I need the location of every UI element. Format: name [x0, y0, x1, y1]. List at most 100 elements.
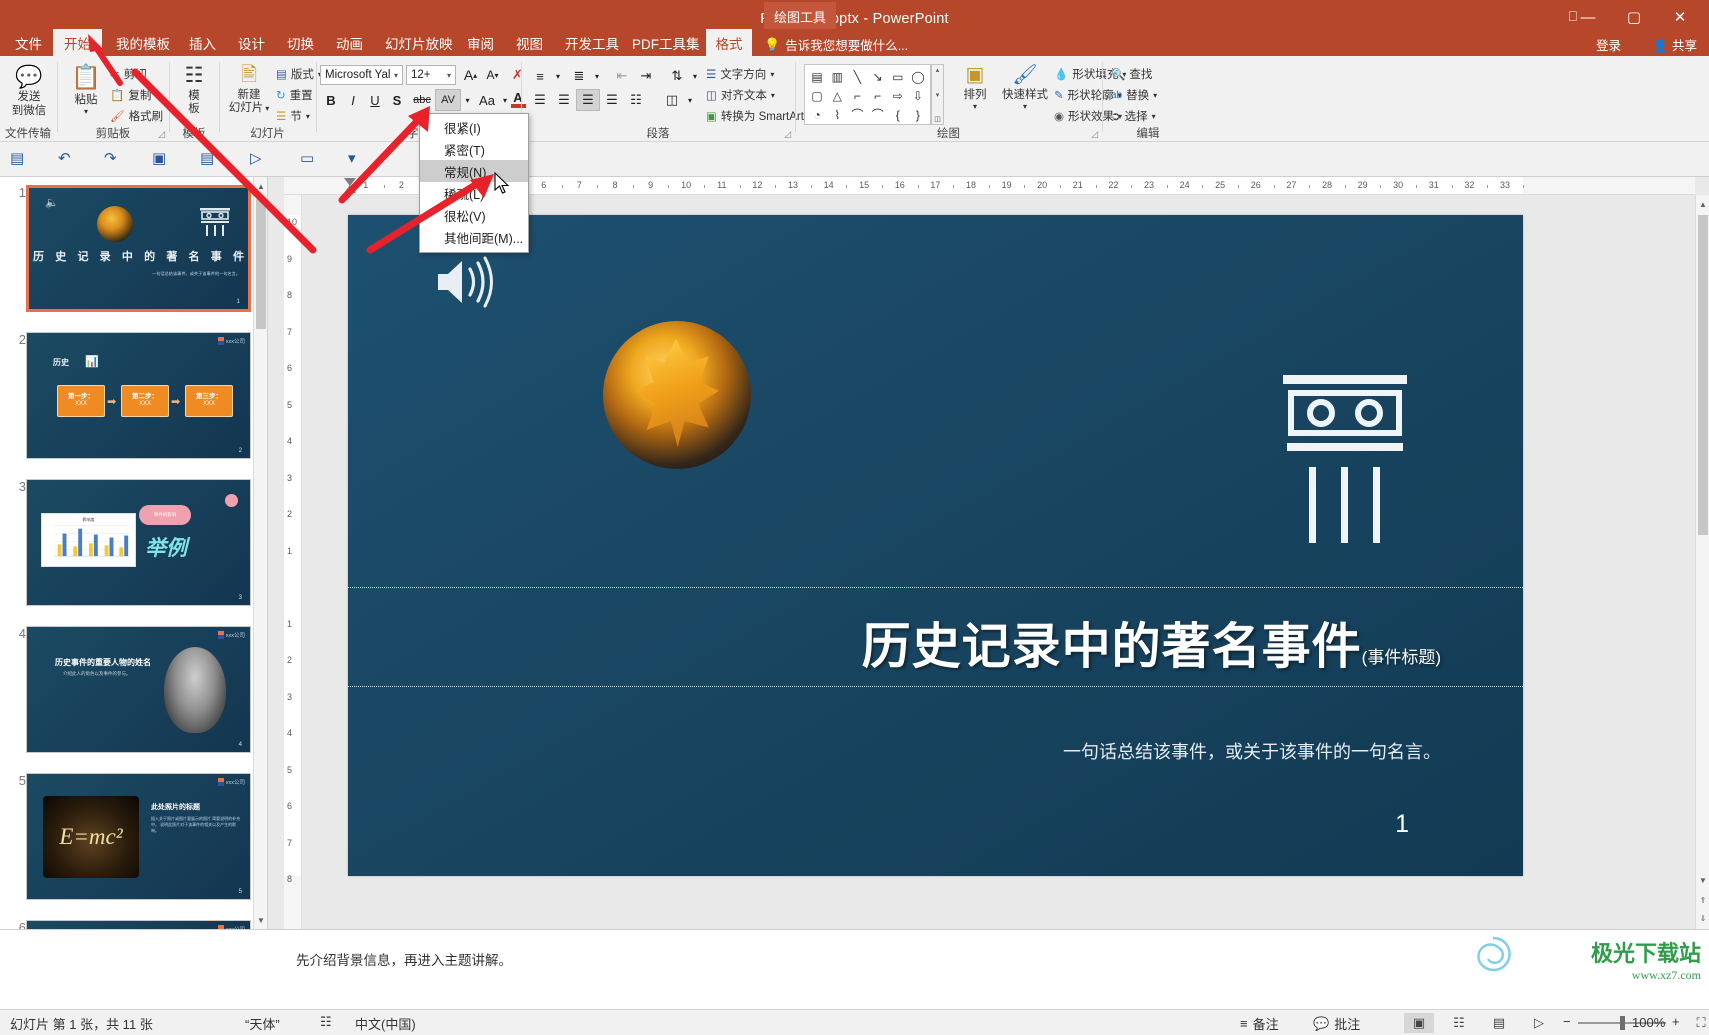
vertical-ruler[interactable]: 10 9 8 7 6 5 4 3 2 1 1 2 3 4 5 6 7 8 — [284, 195, 302, 929]
tab-transitions[interactable]: 切换 — [276, 29, 325, 56]
slide-sorter-icon[interactable]: ☷ — [1444, 1013, 1474, 1033]
shape-item[interactable]: ▭ — [888, 67, 908, 86]
slideshow-icon[interactable]: ▷ — [1524, 1013, 1554, 1033]
copy-button[interactable]: 📋 复制 ▾ — [110, 87, 159, 103]
numbering-dropdown-arrow[interactable]: ▾ — [591, 65, 603, 87]
section-dropdown-arrow[interactable]: ▾ — [306, 112, 310, 121]
bold-button[interactable]: B — [320, 89, 342, 111]
tab-format[interactable]: 格式 — [706, 29, 752, 56]
shapes-gallery-scrollbar[interactable]: ▴ ▾ ◫ — [931, 64, 944, 125]
start-from-beginning-icon[interactable]: ▣ — [152, 149, 166, 167]
thumbnail-preview[interactable]: xxx公司 历史 📊 第一步： XXX ➡ 第二步： XXX ➡ 第三步： XX… — [26, 332, 251, 459]
layout-button[interactable]: ▤ 版式 ▾ — [276, 66, 322, 82]
line-spacing-icon[interactable]: ⇅ — [665, 65, 689, 87]
reset-button[interactable]: ↻ 重置 — [276, 87, 313, 103]
thumbnail-preview[interactable]: xxx公司 历史事件的重要人物的姓名 介绍此人的角色以及事件的参与。 4 — [26, 626, 251, 753]
align-text-button[interactable]: ◫ 对齐文本 ▾ — [706, 87, 775, 103]
previous-slide-icon[interactable]: ⇑ — [1696, 891, 1709, 909]
tab-file[interactable]: 文件 — [4, 29, 53, 56]
strikethrough-button[interactable]: abc — [409, 89, 435, 111]
columns-icon[interactable]: ◫ — [660, 89, 684, 111]
arrange-button[interactable]: ▣ 排列 ▾ — [952, 64, 998, 111]
tab-pdf-tools[interactable]: PDF工具集 — [621, 29, 711, 56]
thumbnail-preview[interactable]: xxx公司 — [26, 920, 251, 929]
shape-item[interactable]: ⇨ — [888, 86, 908, 105]
grow-font-button[interactable]: A ▴ — [460, 65, 481, 85]
font-name-combo[interactable]: Microsoft Yal ▾ — [320, 65, 403, 85]
shape-item[interactable]: ⌐ — [847, 86, 867, 105]
shrink-font-button[interactable]: A ▾ — [482, 65, 503, 85]
notes-text[interactable]: 先介绍背景信息，再进入主题讲解。 — [296, 949, 512, 969]
slide-thumbnail-pane[interactable]: 1 🔈 历 史 记 录 中 的 著 名 事 件 一句话总结该事件，或关于该事件的… — [0, 177, 268, 929]
shapes-scroll-down-icon[interactable]: ▾ — [936, 91, 940, 99]
shape-item[interactable]: ⌇ — [827, 105, 847, 124]
shape-item[interactable]: ⌐ — [867, 86, 887, 105]
shape-item[interactable]: ◔ — [807, 105, 827, 124]
menu-item-l[interactable]: 稀疏(L) — [420, 182, 528, 204]
theme-name[interactable]: “天体” — [245, 1014, 280, 1033]
slide-subtitle[interactable]: 一句话总结该事件，或关于该事件的一句名言。 — [1063, 738, 1441, 764]
comments-button[interactable]: 💬 批注 — [1313, 1014, 1360, 1033]
slide-show-icon[interactable]: ▭ — [300, 149, 314, 167]
font-size-combo[interactable]: 12+ ▾ — [406, 65, 456, 85]
align-center-icon[interactable]: ☰ — [552, 89, 576, 111]
find-button[interactable]: 🔍 查找 — [1111, 66, 1152, 82]
scrollbar-thumb[interactable] — [1698, 215, 1708, 535]
thumbnail-preview[interactable]: 影响度 事件的影响 举例 3 — [26, 479, 251, 606]
drawing-dialog-launcher[interactable]: ◿ — [1091, 129, 1098, 140]
italic-button[interactable]: I — [342, 89, 364, 111]
copy-dropdown-arrow[interactable]: ▾ — [155, 91, 159, 100]
arrange-dropdown-arrow[interactable]: ▾ — [973, 102, 977, 111]
shape-item[interactable]: ⇩ — [908, 86, 928, 105]
menu-item-i[interactable]: 很紧(I) — [420, 116, 528, 138]
zoom-slider-thumb[interactable] — [1620, 1016, 1625, 1030]
shape-item[interactable]: { — [888, 105, 908, 124]
increase-indent-icon[interactable]: ⇥ — [634, 65, 658, 87]
next-slide-icon[interactable]: ⇓ — [1696, 909, 1709, 927]
sign-in-link[interactable]: 登录 — [1596, 35, 1621, 54]
section-button[interactable]: ☰ 节 ▾ — [276, 108, 310, 124]
paste-dropdown-arrow[interactable]: ▾ — [84, 107, 88, 116]
slide-count-info[interactable]: 幻灯片 第 1 张，共 11 张 — [10, 1014, 153, 1033]
slide-canvas[interactable]: 历史记录中的著名事件(事件标题) 一句话总结该事件，或关于该事件的一句名言。 1 — [348, 215, 1523, 876]
new-slide-button[interactable]: 🖹 新建 幻灯片 ▾ — [226, 64, 272, 115]
text-direction-button[interactable]: ☰ 文字方向 ▾ — [706, 66, 774, 82]
thumbnail-preview[interactable]: 🔈 历 史 记 录 中 的 著 名 事 件 一句话总结该事件，或关于该事件的一句… — [26, 185, 251, 312]
thumbnail-scrollbar[interactable]: ▲ ▼ — [253, 177, 267, 929]
zoom-in-button[interactable]: + — [1672, 1014, 1680, 1029]
tell-me-box[interactable]: 💡 告诉我您想要做什么... — [764, 35, 908, 54]
quick-styles-button[interactable]: 🖌 快速样式 ▾ — [1000, 64, 1050, 111]
replace-dropdown-arrow[interactable]: ▾ — [1153, 91, 1157, 100]
tab-view[interactable]: 视图 — [505, 29, 554, 56]
quick-styles-dropdown-arrow[interactable]: ▾ — [1023, 102, 1027, 111]
save-icon[interactable]: ▤ — [10, 149, 24, 167]
scroll-down-icon[interactable]: ▼ — [254, 911, 267, 929]
tab-developer[interactable]: 开发工具 — [554, 29, 630, 56]
character-spacing-button[interactable]: AV — [435, 89, 461, 111]
paragraph-dialog-launcher[interactable]: ◿ — [784, 129, 791, 140]
maximize-button[interactable]: ▢ — [1611, 4, 1657, 30]
hanging-indent-marker[interactable] — [344, 185, 356, 193]
numbered-list-icon[interactable]: ≣ — [567, 65, 591, 87]
menu-item-m[interactable]: 其他间距(M)... — [420, 226, 528, 248]
distribute-icon[interactable]: ☷ — [624, 89, 648, 111]
replace-button[interactable]: ab 替换 ▾ — [1111, 87, 1157, 103]
tab-slideshow[interactable]: 幻灯片放映 — [374, 29, 464, 56]
bullet-list-icon[interactable]: ≡ — [528, 65, 552, 87]
shape-item[interactable]: ⌒ — [867, 105, 887, 124]
minimize-button[interactable]: — — [1565, 4, 1611, 30]
redo-icon[interactable]: ↷ — [104, 149, 117, 167]
paste-button[interactable]: 📋 粘贴 ▾ — [66, 64, 106, 116]
shape-item[interactable]: ▢ — [807, 86, 827, 105]
notes-button[interactable]: ≡ 备注 — [1240, 1014, 1279, 1033]
reading-view-icon[interactable]: ▤ — [1484, 1013, 1514, 1033]
chevron-down-icon[interactable]: ▾ — [447, 71, 451, 80]
decrease-indent-icon[interactable]: ⇤ — [610, 65, 634, 87]
tab-insert[interactable]: 插入 — [178, 29, 227, 56]
shapes-gallery[interactable]: ▤ ▥ ╲ ↘ ▭ ◯ ▢ △ ⌐ ⌐ ⇨ ⇩ ◔ ⌇ ⌒ ⌒{} — [804, 64, 931, 125]
spellcheck-icon[interactable]: ☷ — [320, 1014, 332, 1030]
thumbnail-preview[interactable]: xxx公司 E=mc² 此处照片的标题 插入关于照片或图片要展示的照片 简要说明… — [26, 773, 251, 900]
close-button[interactable]: ✕ — [1657, 4, 1703, 30]
text-shadow-button[interactable]: S — [386, 89, 408, 111]
normal-view-icon[interactable]: ▣ — [1404, 1013, 1434, 1033]
